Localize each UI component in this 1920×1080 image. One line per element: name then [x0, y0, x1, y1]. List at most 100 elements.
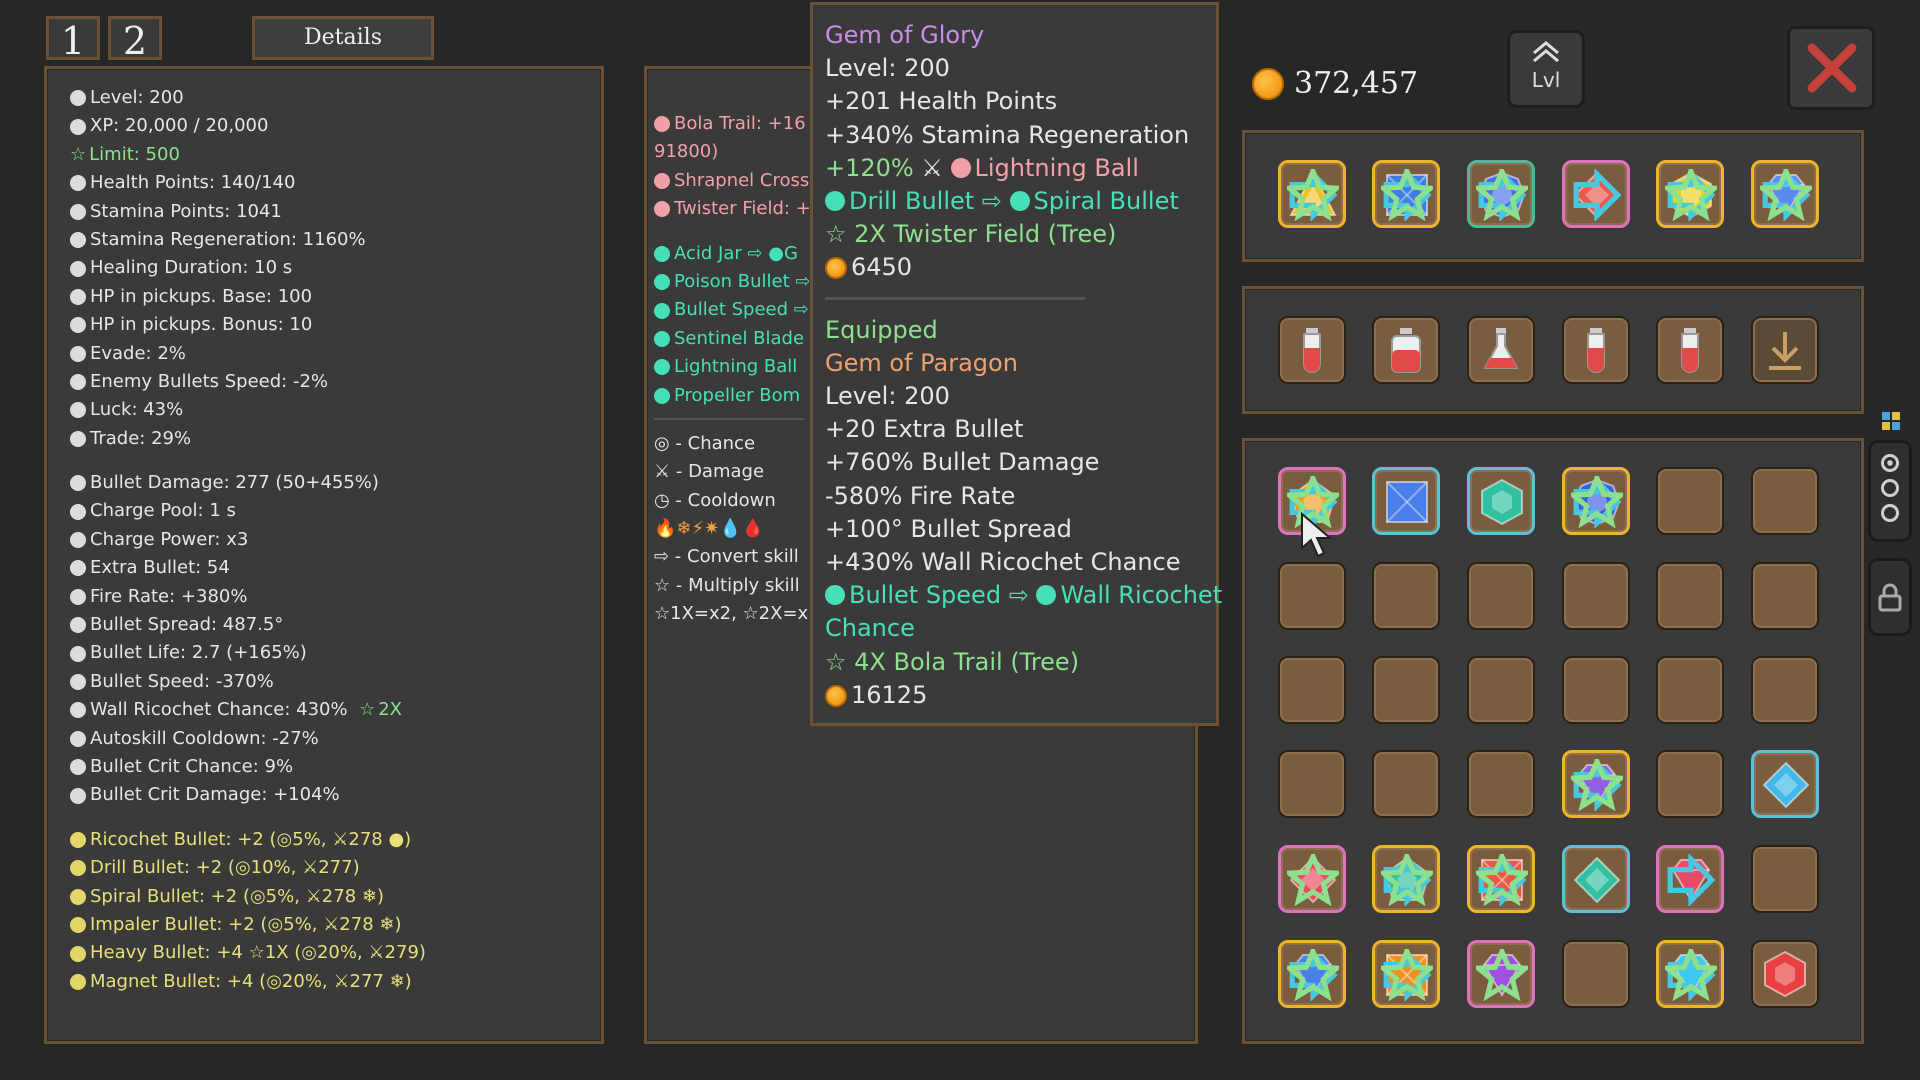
skill-drill: Drill Bullet: +2 (◎10%, ⚔277): [70, 854, 590, 882]
chevron-up-icon: [1533, 41, 1559, 63]
potion-slot[interactable]: [1751, 316, 1819, 384]
inventory-slot[interactable]: [1562, 467, 1630, 535]
legend-chance: ◎ - Chance: [654, 432, 756, 454]
socket-2-icon: [1881, 479, 1899, 497]
inventory-slot[interactable]: [1751, 845, 1819, 913]
tooltip-equipped-name: Gem of Paragon: [825, 348, 1018, 377]
tab-2[interactable]: 2: [108, 16, 162, 63]
multiply-star-icon: [1476, 169, 1528, 221]
stat-extra-bullet: Extra Bullet: 54: [70, 554, 590, 582]
inventory-slot[interactable]: [1751, 750, 1819, 818]
tooltip-convert: Drill Bullet ⇨ Spiral Bullet: [825, 185, 1204, 218]
stat-bullet-life: Bullet Life: 2.7 (+165%): [70, 639, 590, 667]
inventory-slot[interactable]: [1372, 562, 1440, 630]
tooltip-eq-stat-1: +20 Extra Bullet: [825, 415, 1024, 444]
mid-poison-bullet: Poison Bullet ⇨: [654, 268, 814, 296]
stat-bullet-damage: Bullet Damage: 277 (50+455%): [70, 469, 590, 497]
inventory-slot[interactable]: [1562, 750, 1630, 818]
star-icon: ☆: [70, 143, 87, 165]
potion-slot[interactable]: [1372, 316, 1440, 384]
details-button[interactable]: Details: [252, 16, 434, 60]
potion-slot[interactable]: [1656, 316, 1724, 384]
stat-health: Health Points: 140/140: [70, 169, 590, 197]
multiply-star-icon: [1287, 854, 1339, 906]
skills-column: Bola Trail: +16 91800) Shrapnel Cross Tw…: [654, 110, 814, 629]
skill-ricochet: Ricochet Bullet: +2 (◎5%, ⚔278 ●): [70, 826, 590, 854]
potion-gem-icon: [1587, 328, 1605, 373]
inventory-slot[interactable]: [1562, 562, 1630, 630]
inventory-slot[interactable]: [1372, 750, 1440, 818]
stat-healing-duration: Healing Duration: 10 s: [70, 254, 590, 282]
hex-gem-icon: [1481, 478, 1523, 526]
equipped-gem-slot[interactable]: [1467, 160, 1535, 228]
inventory-slot[interactable]: [1278, 656, 1346, 724]
inventory-slot[interactable]: [1656, 940, 1724, 1008]
sword-icon: ⚔: [913, 153, 951, 182]
potion-slot[interactable]: [1467, 316, 1535, 384]
inventory-slot[interactable]: [1372, 845, 1440, 913]
equipped-gem-slot[interactable]: [1278, 160, 1346, 228]
inventory-slot[interactable]: [1467, 940, 1535, 1008]
inventory-slot[interactable]: [1278, 845, 1346, 913]
dia-gem-icon: [1573, 856, 1621, 904]
multiply-star-icon: [1665, 949, 1717, 1001]
inventory-slot[interactable]: [1751, 656, 1819, 724]
inventory-slot[interactable]: [1372, 467, 1440, 535]
inventory-slot[interactable]: [1278, 940, 1346, 1008]
inventory-slot[interactable]: [1467, 656, 1535, 724]
potion-slot[interactable]: [1562, 316, 1630, 384]
sq-gem-icon: [1386, 481, 1428, 523]
tooltip-equipped-label: Equipped: [825, 315, 938, 344]
inventory-slot[interactable]: [1562, 656, 1630, 724]
mid-sentinel-blade: Sentinel Blade: [654, 325, 814, 353]
inventory-slot[interactable]: [1656, 562, 1724, 630]
potion-slot[interactable]: [1278, 316, 1346, 384]
inventory-slot[interactable]: [1751, 940, 1819, 1008]
tooltip-price: 6450: [825, 251, 1204, 284]
tab-1[interactable]: 1: [46, 16, 100, 63]
level-up-button[interactable]: Lvl: [1507, 30, 1585, 108]
inventory-slot[interactable]: [1656, 845, 1724, 913]
socket-filter-button[interactable]: [1868, 440, 1912, 542]
inventory-slot[interactable]: [1656, 656, 1724, 724]
download-gem-icon: [1769, 332, 1801, 370]
inventory-slot[interactable]: [1467, 562, 1535, 630]
tooltip-stat-1: +201 Health Points: [825, 87, 1058, 116]
convert-arrow-icon: ⇨: [974, 187, 1010, 216]
stats-list: Level: 200 XP: 20,000 / 20,000 ☆ Limit: 5…: [70, 84, 590, 996]
inventory-slot[interactable]: [1751, 562, 1819, 630]
inventory-slot[interactable]: [1562, 940, 1630, 1008]
palette-icon[interactable]: [1882, 412, 1900, 430]
legend-cooldown: ◷ - Cooldown: [654, 489, 776, 511]
lock-button[interactable]: [1868, 558, 1912, 636]
stat-autoskill-cooldown: Autoskill Cooldown: -27%: [70, 725, 590, 753]
stat-luck: Luck: 43%: [70, 396, 590, 424]
stat-stamina: Stamina Points: 1041: [70, 198, 590, 226]
close-button[interactable]: [1787, 26, 1875, 110]
item-tooltip: Gem of Glory Level: 200 +201 Health Poin…: [810, 2, 1222, 726]
equipped-gem-slot[interactable]: [1751, 160, 1819, 228]
inventory-slot[interactable]: [1751, 467, 1819, 535]
stat-crit-damage: Bullet Crit Damage: +104%: [70, 781, 590, 809]
inventory-slot[interactable]: [1372, 656, 1440, 724]
equipped-gem-slot[interactable]: [1656, 160, 1724, 228]
stat-stamina-regen: Stamina Regeneration: 1160%: [70, 226, 590, 254]
inventory-slot[interactable]: [1656, 467, 1724, 535]
multiply-star-icon: [1665, 169, 1717, 221]
inventory-slot[interactable]: [1467, 750, 1535, 818]
equipped-gem-slot[interactable]: [1372, 160, 1440, 228]
mid-lightning-ball: Lightning Ball: [654, 353, 814, 381]
tooltip-stat-2: +340% Stamina Regeneration: [825, 120, 1190, 149]
inventory-slot[interactable]: [1562, 845, 1630, 913]
legend-convert: ⇨ - Convert skill: [654, 546, 799, 568]
inventory-slot[interactable]: [1467, 845, 1535, 913]
inventory-slot[interactable]: [1278, 750, 1346, 818]
inventory-slot[interactable]: [1656, 750, 1724, 818]
mid-bullet-speed: Bullet Speed ⇨: [654, 296, 814, 324]
inventory-slot[interactable]: [1467, 467, 1535, 535]
legend-damage: ⚔ - Damage: [654, 461, 765, 483]
coin-icon: [825, 684, 847, 707]
inventory-slot[interactable]: [1278, 562, 1346, 630]
inventory-slot[interactable]: [1372, 940, 1440, 1008]
equipped-gem-slot[interactable]: [1562, 160, 1630, 228]
